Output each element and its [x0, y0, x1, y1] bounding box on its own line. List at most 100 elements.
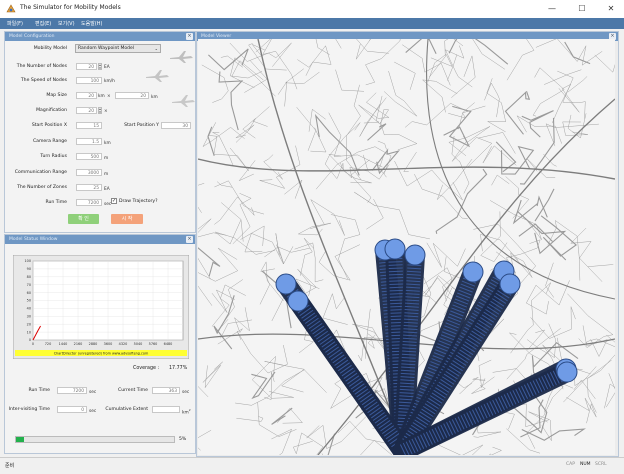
road: [198, 430, 212, 451]
start-x-input[interactable]: 15: [76, 122, 102, 129]
road: [451, 55, 476, 98]
node-trails: [276, 239, 577, 455]
map-width-input[interactable]: 20: [76, 92, 97, 99]
road: [248, 43, 287, 71]
mobile-node: [462, 261, 484, 283]
turn-radius-unit: m: [104, 156, 109, 161]
road: [606, 373, 615, 408]
road: [480, 234, 519, 261]
road: [521, 428, 586, 441]
road: [532, 67, 565, 117]
road: [264, 361, 305, 393]
menu-view[interactable]: 보기(V): [58, 20, 75, 27]
road: [557, 70, 586, 119]
minimize-button[interactable]: —: [544, 3, 560, 15]
road: [300, 237, 315, 276]
camera-range-input[interactable]: 1.5: [76, 138, 102, 145]
progress-fill: [16, 437, 24, 442]
zones-unit: EA: [104, 187, 110, 192]
start-y-input[interactable]: 30: [161, 122, 191, 129]
config-close-button[interactable]: ×: [186, 33, 193, 40]
magnification-stepper[interactable]: ▴ ▾: [98, 107, 102, 114]
y-tick-label: 50: [27, 299, 31, 303]
num-nodes-stepper[interactable]: ▴ ▾: [98, 63, 102, 70]
road: [198, 247, 221, 277]
draw-trajectory-checkbox[interactable]: ✓: [111, 198, 117, 204]
x-tick-label: 6480: [164, 342, 173, 346]
road: [208, 48, 249, 71]
speed-input[interactable]: 100: [76, 77, 102, 84]
turn-radius-input[interactable]: 500: [76, 153, 102, 160]
x-tick-label: 3600: [104, 342, 113, 346]
road: [570, 227, 592, 281]
road: [354, 192, 430, 240]
run-time-label: Run Time: [45, 200, 67, 205]
road: [346, 84, 362, 181]
road: [214, 196, 255, 225]
road: [252, 106, 270, 127]
inter-visiting-label: Inter-visiting Time: [8, 407, 50, 412]
zones-input[interactable]: 25: [76, 184, 102, 191]
road: [594, 54, 615, 73]
road: [567, 293, 614, 348]
map-height-input[interactable]: 20: [115, 92, 149, 99]
road: [310, 198, 345, 236]
road: [366, 198, 384, 230]
mobility-model-value: Random Waypoint Model: [78, 46, 135, 51]
current-time-unit: sec: [182, 390, 190, 395]
status-num: NUM: [580, 462, 591, 467]
zones-label: The Number of Zones: [17, 185, 67, 190]
status-run-time-value: 7200: [57, 387, 87, 394]
menu-bar: 파일(F) 편집(E) 보기(V) 도움말(H): [0, 18, 624, 29]
road: [367, 123, 387, 141]
road: [296, 107, 317, 151]
menu-help[interactable]: 도움말(H): [81, 20, 102, 27]
apply-button[interactable]: 확 인: [68, 214, 99, 224]
road: [506, 39, 535, 81]
mobility-model-label: Mobility Model: [33, 46, 67, 51]
menu-edit[interactable]: 편집(E): [35, 20, 51, 27]
road: [405, 39, 437, 55]
x-tick-label: 0: [32, 342, 34, 346]
comm-range-input[interactable]: 3000: [76, 169, 102, 176]
road: [535, 39, 603, 66]
start-button[interactable]: 시 작: [111, 214, 143, 224]
menu-file[interactable]: 파일(F): [7, 20, 23, 27]
road: [212, 132, 234, 167]
road: [517, 211, 567, 255]
status-close-button[interactable]: ×: [186, 236, 193, 243]
road: [235, 369, 327, 406]
num-nodes-input[interactable]: 20: [76, 63, 97, 70]
maximize-button[interactable]: ☐: [574, 3, 590, 15]
road: [383, 70, 418, 117]
app-icon: [6, 4, 16, 13]
road: [437, 158, 473, 200]
comm-range-unit: m: [104, 172, 109, 177]
road: [232, 193, 252, 245]
comm-range-label: Communication Range: [14, 170, 67, 175]
road: [240, 225, 265, 247]
coverage-chart: 1009080706050403020100 0 720 1440 2160 2880 3…: [13, 255, 189, 359]
road: [527, 329, 546, 351]
map-view[interactable]: [198, 39, 615, 455]
airplane-icon: [146, 70, 169, 82]
y-tick-label: 90: [27, 267, 31, 271]
airplane-icon: [170, 51, 193, 63]
road: [587, 263, 614, 267]
run-time-input[interactable]: 7200: [76, 199, 102, 206]
camera-range-unit: km: [104, 141, 111, 146]
road: [472, 39, 506, 70]
road: [394, 61, 416, 90]
x-tick-label: 5040: [134, 342, 143, 346]
road: [510, 282, 551, 354]
road: [439, 444, 484, 455]
mobility-model-select[interactable]: Random Waypoint Model ⌄: [75, 44, 161, 53]
road: [236, 330, 288, 374]
y-tick-label: 100: [25, 259, 31, 263]
road: [367, 334, 376, 350]
road: [198, 386, 209, 398]
road: [255, 39, 298, 90]
magnification-input[interactable]: 20: [76, 107, 97, 114]
road: [587, 354, 615, 379]
close-button[interactable]: ✕: [603, 3, 619, 15]
